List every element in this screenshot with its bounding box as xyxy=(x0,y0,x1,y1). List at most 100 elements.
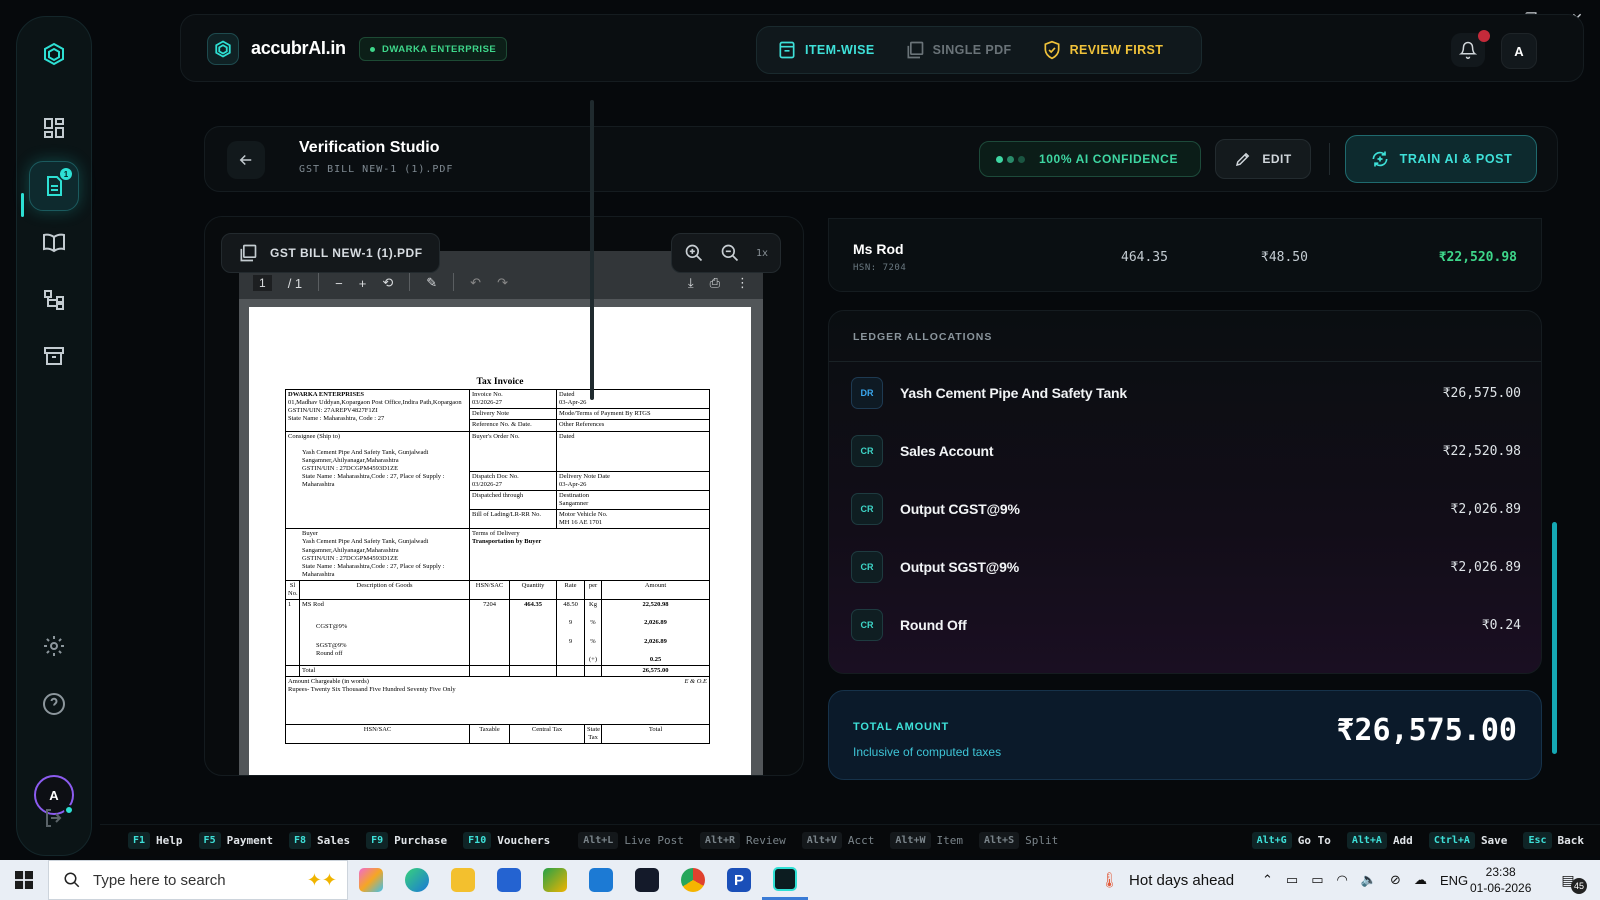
print-icon[interactable]: ⎙ xyxy=(710,275,720,291)
store-app-icon[interactable] xyxy=(486,860,532,900)
dated2-cell: Dated xyxy=(556,430,711,472)
ledger-row[interactable]: CR Output SGST@9% ₹2,026.89 xyxy=(851,550,1521,584)
shortcut-payment[interactable]: F5 Payment xyxy=(198,832,273,849)
chevron-up-icon[interactable]: ⌃ xyxy=(1262,872,1273,888)
accubrai-app-icon[interactable] xyxy=(762,860,808,900)
mode-label: ITEM-WISE xyxy=(805,43,875,57)
page-number-input[interactable]: 1 xyxy=(253,275,272,291)
mode-review-first[interactable]: REVIEW FIRST xyxy=(1042,40,1164,60)
shortcut-purchase[interactable]: F9 Purchase xyxy=(366,832,447,849)
notification-center-icon[interactable]: ▤ 45 xyxy=(1555,868,1587,894)
value: MH 16 AE 1701 xyxy=(559,519,603,527)
shortcut-review[interactable]: Alt+R Review xyxy=(699,832,786,849)
mode-single-pdf[interactable]: SINGLE PDF xyxy=(905,40,1012,60)
user-menu-button[interactable]: A xyxy=(1501,33,1537,69)
date: 01-06-2026 xyxy=(1470,881,1532,895)
ledger-row[interactable]: CR Output CGST@9% ₹2,026.89 xyxy=(851,492,1521,526)
entry-type-badge: DR xyxy=(851,377,883,409)
archive-icon[interactable] xyxy=(29,331,79,381)
weather-widget[interactable]: 🌡 Hot days ahead xyxy=(1100,860,1234,900)
chrome-app-icon[interactable] xyxy=(670,860,716,900)
ledger-row[interactable]: CR Round Off ₹0.24 xyxy=(851,608,1521,642)
arc-app-icon[interactable] xyxy=(624,860,670,900)
pdf-scrollbar[interactable] xyxy=(590,100,594,400)
settings-icon[interactable] xyxy=(29,621,79,671)
header-cell: HSN/SAC xyxy=(469,579,511,601)
shortcut-help[interactable]: F1 Help xyxy=(128,832,183,849)
wifi-icon[interactable]: ◠ xyxy=(1337,872,1348,888)
cloud-icon[interactable]: ☁ xyxy=(1414,872,1427,888)
network-icon[interactable]: ⊘ xyxy=(1390,872,1401,888)
file-explorer-app-icon[interactable] xyxy=(440,860,486,900)
logout-icon[interactable] xyxy=(29,793,79,843)
value: 03-Apr-26 xyxy=(559,480,587,488)
language-indicator[interactable]: ENG xyxy=(1440,873,1468,888)
total-amount-card: TOTAL AMOUNT Inclusive of computed taxes… xyxy=(828,690,1542,780)
edit-button[interactable]: EDIT xyxy=(1215,139,1311,179)
taskbar-search[interactable]: Type here to search ✦✦ xyxy=(48,860,348,900)
download-icon[interactable]: ⤓ xyxy=(688,275,694,291)
zoom-out-icon[interactable] xyxy=(720,243,740,263)
more-icon[interactable]: ⋮ xyxy=(736,275,749,291)
shortcut-add[interactable]: Alt+A Add xyxy=(1346,832,1413,849)
hierarchy-icon[interactable] xyxy=(29,275,79,325)
notification-bell-icon[interactable] xyxy=(1451,30,1490,67)
edge-app-icon[interactable] xyxy=(394,860,440,900)
per: Kg xyxy=(589,601,597,609)
pdf-file-chip[interactable]: GST BILL NEW-1 (1).PDF xyxy=(221,233,440,273)
key: Alt+V xyxy=(801,832,842,849)
shortcut-sales[interactable]: F8 Sales xyxy=(288,832,350,849)
content-scrollbar[interactable] xyxy=(1552,522,1557,754)
search-placeholder: Type here to search xyxy=(93,871,226,889)
train-ai-post-button[interactable]: TRAIN AI & POST xyxy=(1345,135,1537,183)
label: Destination xyxy=(559,491,589,499)
windows-start-icon[interactable] xyxy=(0,860,48,900)
undo-icon[interactable]: ↶ xyxy=(470,275,481,291)
draw-icon[interactable]: ✎ xyxy=(426,275,437,291)
outlook-app-icon[interactable] xyxy=(578,860,624,900)
company-badge[interactable]: DWARKA ENTERPRISE xyxy=(359,37,508,61)
shortcut-item[interactable]: Alt+W Item xyxy=(890,832,963,849)
shortcut-save[interactable]: Ctrl+A Save xyxy=(1428,832,1507,849)
shortcut-split[interactable]: Alt+S Split xyxy=(979,832,1058,849)
header-cell: per xyxy=(584,579,603,601)
pdf-page-area[interactable]: Tax Invoice DWARKA ENTERPRISES 01,Madhav… xyxy=(239,299,763,775)
shortcut-bar: F1 Help F5 Payment F8 Sales F9 Purchase F10 V… xyxy=(100,824,1600,856)
documents-icon[interactable]: 1 xyxy=(29,161,79,211)
zoom-out-minus-icon[interactable]: − xyxy=(335,276,343,291)
ledger-name: Sales Account xyxy=(900,443,994,459)
p-app-icon[interactable]: P xyxy=(716,860,762,900)
device-icon[interactable]: ▭ xyxy=(1286,872,1298,888)
app-logo-icon[interactable] xyxy=(29,29,79,79)
ledger-row[interactable]: DR Yash Cement Pipe And Safety Tank ₹26,… xyxy=(851,376,1521,410)
zoom-controls: 1x xyxy=(671,233,782,273)
shortcut-go-to[interactable]: Alt+G Go To xyxy=(1251,832,1331,849)
buyer-gstin: GSTIN/UIN : 27DCGPM4593D1ZE xyxy=(302,554,399,562)
redo-icon[interactable]: ↷ xyxy=(497,275,508,291)
book-icon[interactable] xyxy=(29,217,79,267)
key: Alt+S xyxy=(979,832,1020,849)
seller-name: DWARKA ENTERPRISES xyxy=(288,391,365,398)
dashboard-icon[interactable] xyxy=(29,103,79,153)
battery-icon[interactable]: ▭ xyxy=(1311,872,1323,888)
item-rate: ₹48.50 xyxy=(1261,250,1308,265)
shortcut-live-post[interactable]: Alt+L Live Post xyxy=(578,832,684,849)
shortcut-acct[interactable]: Alt+V Acct xyxy=(801,832,874,849)
sgst-rate: 9 xyxy=(568,637,573,645)
rotate-icon[interactable]: ⟲ xyxy=(382,275,393,291)
volume-icon[interactable]: 🔈 xyxy=(1361,872,1377,888)
back-button[interactable] xyxy=(227,141,265,179)
shortcut-back[interactable]: Esc Back xyxy=(1523,832,1584,849)
ledger-row[interactable]: CR Sales Account ₹22,520.98 xyxy=(851,434,1521,468)
clock[interactable]: 23:38 01-06-2026 xyxy=(1470,864,1531,896)
shortcut-vouchers[interactable]: F10 Vouchers xyxy=(463,832,550,849)
mode-item-wise[interactable]: ITEM-WISE xyxy=(777,40,875,60)
cell: 464.35 xyxy=(509,599,558,666)
item-row-card[interactable]: Ms Rod HSN: 7204 464.35 ₹48.50 ₹22,520.9… xyxy=(828,218,1542,292)
zoom-in-icon[interactable] xyxy=(684,243,704,263)
zoom-in-plus-icon[interactable]: + xyxy=(359,276,367,291)
header-cell: Amount xyxy=(601,579,711,601)
meet-app-icon[interactable] xyxy=(532,860,578,900)
help-icon[interactable] xyxy=(29,679,79,729)
copilot-app-icon[interactable] xyxy=(348,860,394,900)
